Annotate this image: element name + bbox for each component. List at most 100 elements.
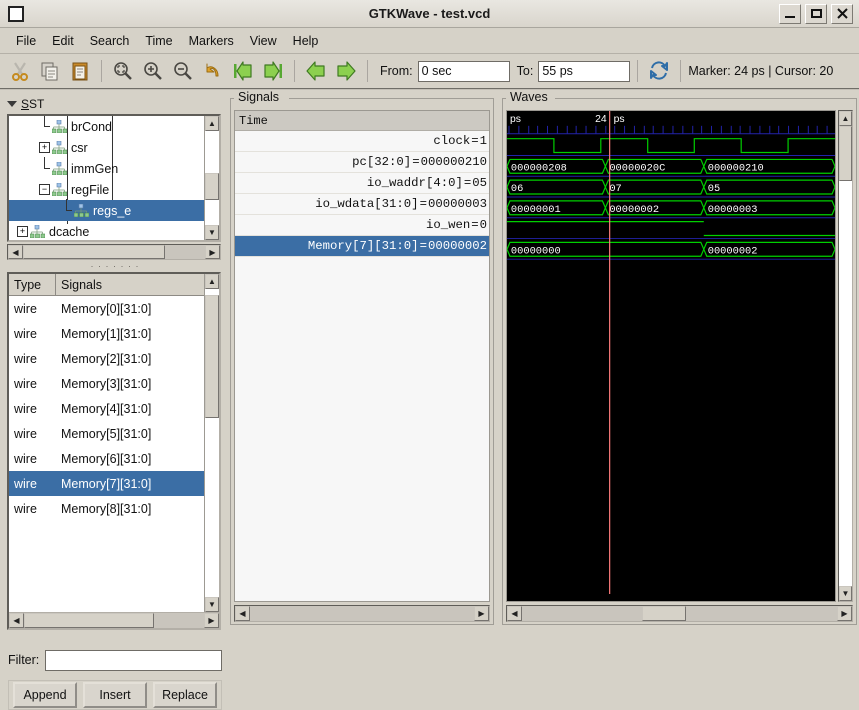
signal-value-row[interactable]: pc[32:0] = 000000210 bbox=[235, 152, 489, 173]
signal-value-row[interactable]: io_wdata[31:0] = 00000003 bbox=[235, 194, 489, 215]
signal-value-row[interactable]: Memory[7][31:0] = 00000002 bbox=[235, 236, 489, 257]
waves-hscroll-track[interactable] bbox=[522, 606, 837, 621]
table-row[interactable]: wire Memory[5][31:0] bbox=[9, 421, 204, 446]
tree-item-dcache[interactable]: + dcache bbox=[9, 221, 204, 240]
scroll-right-icon[interactable]: ▶ bbox=[837, 606, 852, 621]
close-button[interactable] bbox=[831, 3, 853, 24]
hierarchy-tree[interactable]: brCond+csrimmGen−regFileregs_e+dcache+ic… bbox=[7, 114, 221, 242]
goto-start-icon[interactable] bbox=[229, 57, 257, 85]
scroll-down-icon[interactable]: ▼ bbox=[205, 225, 219, 240]
filter-input[interactable] bbox=[45, 649, 222, 671]
scroll-up-icon[interactable]: ▲ bbox=[839, 111, 852, 126]
menu-view[interactable]: View bbox=[242, 31, 285, 51]
bus-value-label: 05 bbox=[708, 183, 720, 195]
scroll-left-icon[interactable]: ◀ bbox=[9, 613, 24, 628]
signal-value-row[interactable]: io_waddr[4:0] = 05 bbox=[235, 173, 489, 194]
table-row[interactable]: wire Memory[1][31:0] bbox=[9, 321, 204, 346]
tree-hscroll-thumb[interactable] bbox=[23, 245, 165, 259]
column-header-type[interactable]: Type bbox=[9, 274, 56, 295]
table-row[interactable]: wire Memory[3][31:0] bbox=[9, 371, 204, 396]
scroll-right-icon[interactable]: ▶ bbox=[474, 606, 489, 621]
waveform-canvas[interactable]: ps 24 ps 000000208 00000020C 000000210 06 07 05 0… bbox=[507, 111, 835, 595]
waves-horizontal-scrollbar[interactable]: ◀ ▶ bbox=[506, 605, 853, 622]
waves-vertical-scrollbar[interactable]: ▲ ▼ bbox=[838, 110, 853, 602]
menu-search[interactable]: Search bbox=[82, 31, 138, 51]
table-row[interactable]: wire Memory[7][31:0] bbox=[9, 471, 204, 496]
tree-scroll-thumb[interactable] bbox=[205, 173, 219, 200]
tree-item-regs_e[interactable]: regs_e bbox=[9, 199, 204, 221]
signal-scroll-thumb[interactable] bbox=[205, 295, 219, 419]
column-header-signals[interactable]: Signals bbox=[56, 274, 204, 295]
scroll-left-icon[interactable]: ◀ bbox=[8, 245, 23, 259]
paste-icon[interactable] bbox=[66, 57, 94, 85]
minimize-button[interactable] bbox=[779, 3, 801, 24]
signal-value-row[interactable]: io_wen = 0 bbox=[235, 215, 489, 236]
maximize-button[interactable] bbox=[805, 3, 827, 24]
signals-hscroll-track[interactable] bbox=[250, 606, 474, 621]
signals-name-pane[interactable]: Time clock = 1 pc[32:0] = 000000210 io_waddr[4… bbox=[234, 110, 490, 602]
scroll-right-icon[interactable]: ▶ bbox=[204, 613, 219, 628]
table-row[interactable]: wire Memory[0][31:0] bbox=[9, 296, 204, 321]
menu-help[interactable]: Help bbox=[285, 31, 327, 51]
waves-hscroll-thumb[interactable] bbox=[641, 606, 686, 621]
tree-canvas[interactable]: brCond+csrimmGen−regFileregs_e+dcache+ic… bbox=[9, 116, 204, 240]
tree-scroll-track[interactable] bbox=[205, 131, 219, 225]
menu-time[interactable]: Time bbox=[137, 31, 180, 51]
cut-icon[interactable] bbox=[6, 57, 34, 85]
pane-resize-grip[interactable]: · · · · · · · bbox=[4, 261, 226, 271]
signal-hscroll-thumb[interactable] bbox=[24, 613, 154, 628]
sst-header[interactable]: SST bbox=[4, 96, 226, 112]
scroll-up-icon[interactable]: ▲ bbox=[205, 274, 219, 289]
table-row[interactable]: wire Memory[4][31:0] bbox=[9, 396, 204, 421]
tree-item-immgen[interactable]: immGen bbox=[9, 157, 204, 179]
triangle-down-icon[interactable] bbox=[7, 101, 17, 107]
table-row[interactable]: wire Memory[6][31:0] bbox=[9, 446, 204, 471]
table-row[interactable]: wire Memory[2][31:0] bbox=[9, 346, 204, 371]
tree-hscroll-track[interactable] bbox=[23, 245, 205, 259]
signal-scroll-track[interactable] bbox=[205, 289, 219, 597]
menu-markers[interactable]: Markers bbox=[181, 31, 242, 51]
reload-icon[interactable] bbox=[645, 57, 673, 85]
scroll-left-icon[interactable]: ◀ bbox=[507, 606, 522, 621]
goto-end-icon[interactable] bbox=[259, 57, 287, 85]
expand-icon[interactable]: + bbox=[17, 226, 28, 237]
tree-vertical-scrollbar[interactable]: ▲ ▼ bbox=[204, 116, 219, 240]
menu-file[interactable]: File bbox=[8, 31, 44, 51]
zoom-in-icon[interactable] bbox=[139, 57, 167, 85]
from-input[interactable] bbox=[417, 60, 510, 82]
next-edge-icon[interactable] bbox=[332, 57, 360, 85]
replace-button[interactable]: Replace bbox=[153, 682, 217, 708]
tree-item-regfile[interactable]: − regFile bbox=[9, 179, 204, 200]
collapse-icon[interactable]: − bbox=[39, 184, 50, 195]
waves-scroll-track[interactable] bbox=[839, 126, 852, 586]
signal-value-row[interactable]: clock = 1 bbox=[235, 131, 489, 152]
copy-icon[interactable] bbox=[36, 57, 64, 85]
tree-item-brcond[interactable]: brCond bbox=[9, 116, 204, 137]
tree-horizontal-scrollbar[interactable]: ◀ ▶ bbox=[7, 244, 221, 260]
time-header[interactable]: Time bbox=[235, 111, 489, 131]
zoom-undo-icon[interactable] bbox=[199, 57, 227, 85]
zoom-fit-icon[interactable] bbox=[109, 57, 137, 85]
signals-horizontal-scrollbar[interactable]: ◀ ▶ bbox=[234, 605, 490, 622]
zoom-out-icon[interactable] bbox=[169, 57, 197, 85]
append-button[interactable]: Append bbox=[13, 682, 77, 708]
to-input[interactable] bbox=[538, 60, 631, 82]
scroll-down-icon[interactable]: ▼ bbox=[205, 597, 219, 612]
signal-hscroll-track[interactable] bbox=[24, 613, 204, 628]
signal-list[interactable]: Type Signals wire Memory[0][31:0] wire Memo… bbox=[9, 274, 204, 612]
table-row[interactable]: wire Memory[8][31:0] bbox=[9, 496, 204, 521]
signal-list-vertical-scrollbar[interactable]: ▲ ▼ bbox=[204, 274, 219, 612]
scroll-up-icon[interactable]: ▲ bbox=[205, 116, 219, 131]
scroll-right-icon[interactable]: ▶ bbox=[205, 245, 220, 259]
tree-item-csr[interactable]: + csr bbox=[9, 137, 204, 158]
scroll-left-icon[interactable]: ◀ bbox=[235, 606, 250, 621]
signal-list-panel[interactable]: Type Signals wire Memory[0][31:0] wire Memo… bbox=[7, 272, 221, 630]
wave-canvas-area[interactable]: ps 24 ps 000000208 00000020C 000000210 06 07 05 0… bbox=[506, 110, 836, 602]
insert-button[interactable]: Insert bbox=[83, 682, 147, 708]
prev-edge-icon[interactable] bbox=[302, 57, 330, 85]
scroll-down-icon[interactable]: ▼ bbox=[839, 586, 852, 601]
signal-list-horizontal-scrollbar[interactable]: ◀ ▶ bbox=[9, 612, 219, 628]
expand-icon[interactable]: + bbox=[39, 142, 50, 153]
waves-scroll-thumb[interactable] bbox=[839, 126, 852, 182]
menu-edit[interactable]: Edit bbox=[44, 31, 82, 51]
